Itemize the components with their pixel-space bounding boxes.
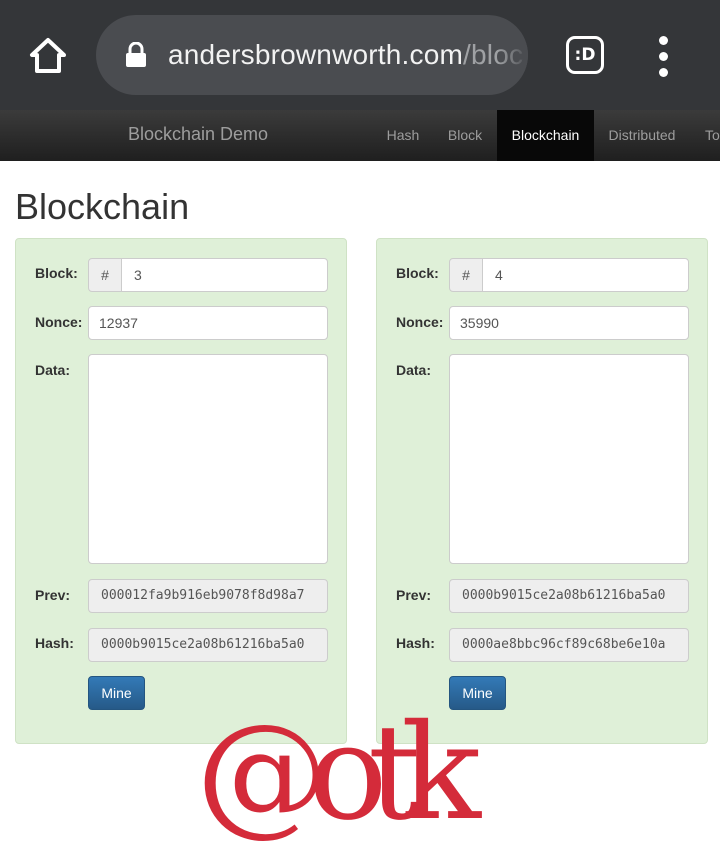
watermark: @otk (196, 700, 482, 850)
block-label: Block: (35, 265, 78, 281)
data-textarea[interactable] (88, 354, 328, 564)
site-navbar: Blockchain Demo Hash Block Blockchain Di… (0, 110, 720, 161)
hash-label: Hash: (35, 635, 74, 651)
nonce-input[interactable]: 35990 (449, 306, 689, 340)
prev-label: Prev: (396, 587, 432, 603)
hash-field: 0000b9015ce2a08b61216ba5a0 (88, 628, 328, 662)
block-number-input[interactable]: 3 (121, 258, 328, 292)
hash-addon: # (449, 258, 483, 292)
prev-hash-field: 000012fa9b916eb9078f8d98a7 (88, 579, 328, 613)
navbar-brand[interactable]: Blockchain Demo (128, 124, 268, 145)
mine-button[interactable]: Mine (88, 676, 145, 710)
hash-label: Hash: (396, 635, 435, 651)
nonce-input[interactable]: 12937 (88, 306, 328, 340)
block-number-input[interactable]: 4 (482, 258, 689, 292)
home-icon (30, 38, 66, 73)
block-number-group: # 4 (449, 258, 689, 292)
data-label: Data: (396, 362, 432, 378)
block-number-group: # 3 (88, 258, 328, 292)
nav-item-distributed[interactable]: Distributed (600, 110, 684, 161)
browser-toolbar: andersbrownworth.com/bloc :D (0, 0, 720, 110)
nav-item-blockchain[interactable]: Blockchain (497, 110, 594, 161)
nonce-label: Nonce: (396, 314, 444, 330)
hash-addon: # (88, 258, 122, 292)
data-label: Data: (35, 362, 71, 378)
watermark-text: @otk (196, 700, 482, 850)
home-button[interactable] (24, 32, 72, 80)
block-panel: Block: # 3 Nonce: 12937 Data: Prev: 0000… (15, 238, 347, 744)
address-bar[interactable]: andersbrownworth.com/bloc (96, 15, 528, 95)
url-fade (498, 15, 528, 95)
extension-icon[interactable]: :D (566, 36, 604, 74)
nav-item-block[interactable]: Block (436, 110, 494, 161)
nav-item-hash[interactable]: Hash (374, 110, 432, 161)
hash-field: 0000ae8bbc96cf89c68be6e10a (449, 628, 689, 662)
lock-icon (126, 42, 146, 67)
url-text: andersbrownworth.com/bloc (168, 37, 523, 73)
nonce-label: Nonce: (35, 314, 83, 330)
url-host: andersbrownworth.com (168, 39, 464, 70)
block-label: Block: (396, 265, 439, 281)
page-title: Blockchain (15, 186, 190, 227)
more-vert-icon[interactable] (650, 36, 678, 77)
block-panel: Block: # 4 Nonce: 35990 Data: Prev: 0000… (376, 238, 708, 744)
nav-item-tokens[interactable]: To (700, 110, 720, 161)
prev-hash-field: 0000b9015ce2a08b61216ba5a0 (449, 579, 689, 613)
prev-label: Prev: (35, 587, 71, 603)
data-textarea[interactable] (449, 354, 689, 564)
